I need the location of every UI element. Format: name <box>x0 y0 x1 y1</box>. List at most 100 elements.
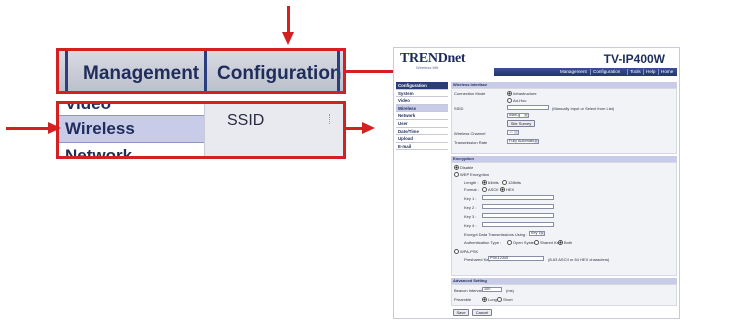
radio-icon[interactable] <box>507 240 512 246</box>
preamble-short-option[interactable]: Short <box>497 297 513 303</box>
nav-configuration[interactable]: Configuration <box>593 69 620 74</box>
wireless-channel-label: Wireless Channel <box>454 131 486 136</box>
wpa-psk-option[interactable]: WPA-PSK <box>454 249 479 255</box>
radio-icon[interactable] <box>482 187 487 193</box>
zoom-item-wireless[interactable]: Wireless <box>59 115 204 143</box>
wireless-section: Connection Mode Infrastructure Ad-Hoc SS… <box>451 88 677 154</box>
nav-help[interactable]: Help <box>646 69 655 74</box>
radio-icon[interactable] <box>482 297 487 303</box>
radio-icon[interactable] <box>502 180 507 186</box>
sidebar-item-video[interactable]: Video <box>396 97 448 105</box>
sidebar-item-wireless[interactable]: Wireless <box>396 104 448 113</box>
nav-divider <box>590 69 591 75</box>
sidebar-item-system[interactable]: System <box>396 90 448 98</box>
auth-type-label: Authentication Type : <box>464 240 502 245</box>
infrastructure-option[interactable]: Infrastructure <box>507 91 537 97</box>
auth-both-label: Both <box>564 240 573 245</box>
sidebar-item-user[interactable]: User <box>396 120 448 128</box>
radio-icon[interactable] <box>507 91 512 97</box>
arrow-right-head-mid <box>362 122 375 134</box>
arrow-down-head <box>282 32 294 45</box>
zoom-content-area: SSID <box>205 104 343 156</box>
auth-open-option[interactable]: Open System <box>507 240 537 246</box>
length-label: Length : <box>464 180 479 185</box>
nav-divider <box>658 69 659 75</box>
wep-option[interactable]: WEP Encryption <box>454 172 489 178</box>
radio-icon[interactable] <box>454 172 459 178</box>
format-ascii-label: ASCII <box>488 187 499 192</box>
beacon-interval-input[interactable]: 100 <box>482 287 502 292</box>
auth-both-option[interactable]: Both <box>558 240 573 246</box>
key1-input[interactable] <box>482 195 554 200</box>
preshared-key-hint: (8-63 ASCII or 64 HEX characters) <box>548 257 610 262</box>
format-ascii-option[interactable]: ASCII <box>482 187 499 193</box>
radio-icon[interactable] <box>507 98 512 104</box>
sidebar-item-upload[interactable]: Upload <box>396 135 448 143</box>
wpa-psk-label: WPA-PSK <box>460 249 479 254</box>
radio-icon[interactable] <box>454 249 459 255</box>
channel-value: 11 <box>509 130 513 134</box>
zoom-tab-management[interactable]: Management <box>83 63 199 85</box>
ssid-input[interactable] <box>507 105 549 110</box>
ssid-hint: (Manually Input or Select from List) <box>552 106 615 111</box>
site-survey-button[interactable]: Site Survey <box>507 120 535 127</box>
disable-option[interactable]: Disable <box>454 165 474 171</box>
zoom-callout-sidebar: Video Wireless Network SSID <box>56 101 346 159</box>
arrow-down-shaft <box>287 6 290 34</box>
key3-label: Key 3 : <box>464 214 477 219</box>
key1-label: Key 1 : <box>464 196 477 201</box>
length-128-option[interactable]: 128bits <box>502 180 521 186</box>
radio-icon[interactable] <box>534 240 539 246</box>
channel-select[interactable]: 11 ▾ <box>507 130 519 135</box>
adhoc-label: Ad-Hoc <box>513 98 527 103</box>
key4-input[interactable] <box>482 222 554 227</box>
zoom-ssid-label: SSID <box>227 112 265 129</box>
sidebar-item-email[interactable]: E-mail <box>396 143 448 151</box>
zoom-item-video[interactable]: Video <box>65 104 111 114</box>
radio-icon[interactable] <box>482 180 487 186</box>
ssid-select[interactable]: wlan-g ▾ <box>507 113 529 118</box>
main-content: Wireless Interface Connection Mode Infra… <box>451 82 677 318</box>
preamble-long-option[interactable]: Long <box>482 297 497 303</box>
key2-input[interactable] <box>482 204 554 209</box>
preshared-key-value: PSK12345 <box>490 256 509 260</box>
key4-label: Key 4 : <box>464 223 477 228</box>
format-label: Format : <box>464 187 479 192</box>
key3-input[interactable] <box>482 213 554 218</box>
length-128-label: 128bits <box>508 180 521 185</box>
length-64-option[interactable]: 64bits <box>482 180 499 186</box>
advanced-section: Beacon Interval 100 (ms) Preamble Long S… <box>451 284 677 306</box>
zoom-tab-configuration[interactable]: Configuration <box>217 63 342 85</box>
model-title: TV-IP400W <box>603 52 665 66</box>
format-hex-option[interactable]: HEX <box>500 187 515 193</box>
zoom-item-network[interactable]: Network <box>65 146 132 156</box>
radio-icon[interactable] <box>454 165 459 171</box>
radio-icon[interactable] <box>558 240 563 246</box>
adhoc-option[interactable]: Ad-Hoc <box>507 98 527 104</box>
beacon-unit: (ms) <box>506 288 514 293</box>
radio-icon[interactable] <box>500 187 505 193</box>
sidebar-item-datetime[interactable]: Date/Time <box>396 128 448 136</box>
preshared-key-input[interactable]: PSK12345 <box>488 256 544 261</box>
sidebar-item-network[interactable]: Network <box>396 112 448 120</box>
encrypt-data-label: Encrypt Data Transmissions Using : <box>464 232 528 237</box>
form-actions: Save Cancel <box>451 306 677 318</box>
nav-management[interactable]: Management <box>560 69 587 74</box>
zoom-scroll-indicator <box>329 114 333 124</box>
nav-home[interactable]: Home <box>661 69 673 74</box>
infrastructure-label: Infrastructure <box>513 91 537 96</box>
nav-tools[interactable]: Tools <box>630 69 641 74</box>
format-hex-label: HEX <box>506 187 515 192</box>
rate-select[interactable]: Fully Automatic ▾ <box>507 139 539 144</box>
ssid-label: SSID <box>454 106 464 111</box>
arrow-right-shaft-left <box>6 127 51 130</box>
chevron-down-icon: ▾ <box>514 130 518 134</box>
auth-shared-option[interactable]: Shared Key <box>534 240 561 246</box>
cancel-button[interactable]: Cancel <box>472 309 492 316</box>
disable-label: Disable <box>460 165 474 170</box>
radio-icon[interactable] <box>497 297 502 303</box>
encrypt-key-select[interactable]: Key 1 ▾ <box>529 231 545 236</box>
encryption-section: Disable WEP Encryption Length : 64bits 1… <box>451 162 677 276</box>
nav-divider <box>643 69 644 75</box>
save-button[interactable]: Save <box>453 309 469 316</box>
